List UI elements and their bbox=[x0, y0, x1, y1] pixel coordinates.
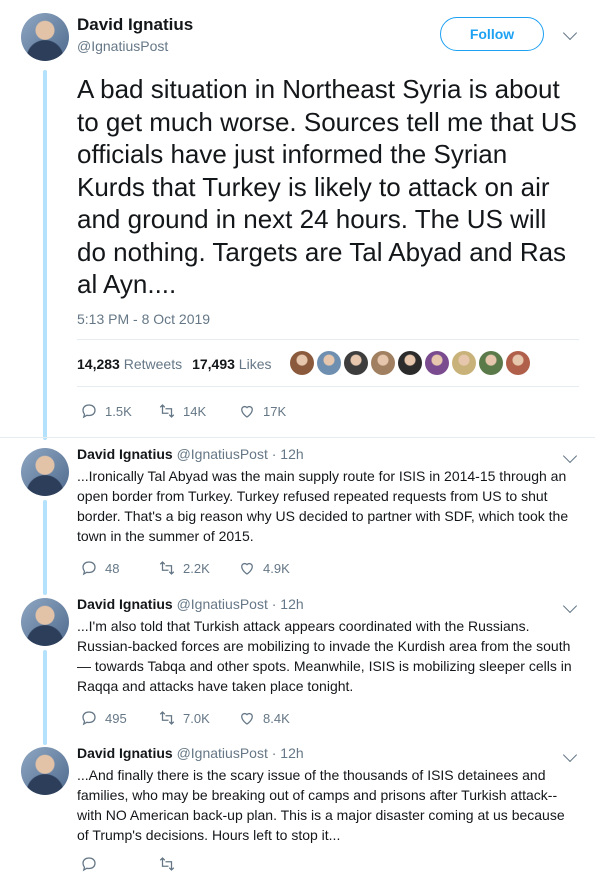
retweet-action[interactable]: 7.0K bbox=[158, 709, 238, 727]
liker-avatar[interactable] bbox=[479, 351, 503, 375]
reply-icon bbox=[82, 857, 96, 872]
retweet-icon bbox=[159, 561, 175, 575]
like-action[interactable]: 17K bbox=[238, 402, 286, 420]
thread-line bbox=[43, 70, 47, 440]
reply-count: 48 bbox=[105, 560, 120, 576]
chevron-down-icon[interactable] bbox=[562, 598, 578, 614]
reply-count: 1.5K bbox=[105, 403, 132, 419]
reply-actions bbox=[80, 855, 238, 873]
reply-action[interactable] bbox=[80, 855, 158, 873]
heart-icon bbox=[241, 712, 253, 725]
liker-avatar[interactable] bbox=[371, 351, 395, 375]
thread-line bbox=[43, 650, 47, 745]
tweet-stats: 14,283 Retweets 17,493 Likes bbox=[77, 356, 271, 372]
liker-avatar[interactable] bbox=[398, 351, 422, 375]
author-handle[interactable]: @IgnatiusPost bbox=[77, 38, 168, 54]
like-count: 8.4K bbox=[263, 710, 290, 726]
divider bbox=[77, 386, 579, 387]
reply-author-name[interactable]: David Ignatius bbox=[77, 446, 173, 462]
liker-avatar[interactable] bbox=[290, 351, 314, 375]
reply-time[interactable]: · 12h bbox=[272, 596, 304, 612]
liker-avatars[interactable] bbox=[290, 351, 530, 375]
heart-icon bbox=[241, 562, 253, 575]
like-count: 17K bbox=[263, 403, 287, 419]
avatar[interactable] bbox=[21, 747, 69, 795]
reply-action[interactable]: 495 bbox=[80, 709, 158, 727]
reply-actions: 495 7.0K 8.4K bbox=[80, 709, 290, 727]
reply-header: David Ignatius @IgnatiusPost · 12h bbox=[77, 745, 304, 761]
avatar[interactable] bbox=[21, 13, 69, 61]
retweets-stat[interactable]: 14,283 Retweets bbox=[77, 356, 182, 372]
liker-avatar[interactable] bbox=[425, 351, 449, 375]
reply-text: ...Ironically Tal Abyad was the main sup… bbox=[77, 468, 569, 544]
reply-author-name[interactable]: David Ignatius bbox=[77, 596, 173, 612]
retweet-count: 7.0K bbox=[183, 710, 210, 726]
divider bbox=[0, 437, 595, 438]
heart-icon bbox=[241, 405, 253, 418]
reply-text: ...And finally there is the scary issue … bbox=[77, 767, 565, 843]
chevron-down-icon[interactable] bbox=[562, 448, 578, 464]
reply-time[interactable]: · 12h bbox=[272, 745, 304, 761]
like-action[interactable]: 8.4K bbox=[238, 709, 290, 727]
likes-stat[interactable]: 17,493 Likes bbox=[192, 356, 271, 372]
liker-avatar[interactable] bbox=[506, 351, 530, 375]
avatar[interactable] bbox=[21, 448, 69, 496]
author-name[interactable]: David Ignatius bbox=[77, 15, 193, 35]
avatar[interactable] bbox=[21, 598, 69, 646]
retweet-action[interactable]: 2.2K bbox=[158, 559, 238, 577]
retweets-label: Retweets bbox=[123, 356, 183, 372]
follow-button[interactable]: Follow bbox=[440, 17, 544, 51]
reply-actions: 48 2.2K 4.9K bbox=[80, 559, 290, 577]
tweet-text: A bad situation in Northeast Syria is ab… bbox=[77, 74, 577, 299]
retweet-count: 14K bbox=[183, 403, 207, 419]
thread-line bbox=[43, 500, 47, 595]
like-count: 4.9K bbox=[263, 560, 290, 576]
retweet-count: 2.2K bbox=[183, 560, 210, 576]
retweet-action[interactable] bbox=[158, 855, 238, 873]
retweet-icon bbox=[159, 711, 175, 725]
like-action[interactable]: 4.9K bbox=[238, 559, 290, 577]
chevron-down-icon[interactable] bbox=[562, 25, 578, 41]
reply-action[interactable]: 1.5K bbox=[80, 402, 158, 420]
reply-icon bbox=[82, 711, 96, 726]
reply-header: David Ignatius @IgnatiusPost · 12h bbox=[77, 446, 304, 462]
reply-count: 495 bbox=[105, 710, 127, 726]
reply-author-name[interactable]: David Ignatius bbox=[77, 745, 173, 761]
tweet-timestamp[interactable]: 5:13 PM - 8 Oct 2019 bbox=[77, 311, 210, 327]
reply-time[interactable]: · 12h bbox=[272, 446, 304, 462]
reply-author-handle[interactable]: @IgnatiusPost bbox=[177, 745, 268, 761]
liker-avatar[interactable] bbox=[317, 351, 341, 375]
retweets-count: 14,283 bbox=[77, 356, 120, 372]
reply-author-handle[interactable]: @IgnatiusPost bbox=[177, 596, 268, 612]
reply-action[interactable]: 48 bbox=[80, 559, 158, 577]
likes-count: 17,493 bbox=[192, 356, 235, 372]
reply-author-handle[interactable]: @IgnatiusPost bbox=[177, 446, 268, 462]
tweet-actions: 1.5K 14K 17K bbox=[80, 402, 286, 420]
reply-icon bbox=[82, 404, 96, 419]
retweet-icon bbox=[159, 857, 175, 871]
reply-icon bbox=[82, 561, 96, 576]
liker-avatar[interactable] bbox=[344, 351, 368, 375]
divider bbox=[77, 339, 579, 340]
reply-text: ...I'm also told that Turkish attack app… bbox=[77, 618, 572, 694]
retweet-action[interactable]: 14K bbox=[158, 402, 238, 420]
liker-avatar[interactable] bbox=[452, 351, 476, 375]
retweet-icon bbox=[159, 404, 175, 418]
likes-label: Likes bbox=[238, 356, 272, 372]
reply-header: David Ignatius @IgnatiusPost · 12h bbox=[77, 596, 304, 612]
chevron-down-icon[interactable] bbox=[562, 747, 578, 763]
